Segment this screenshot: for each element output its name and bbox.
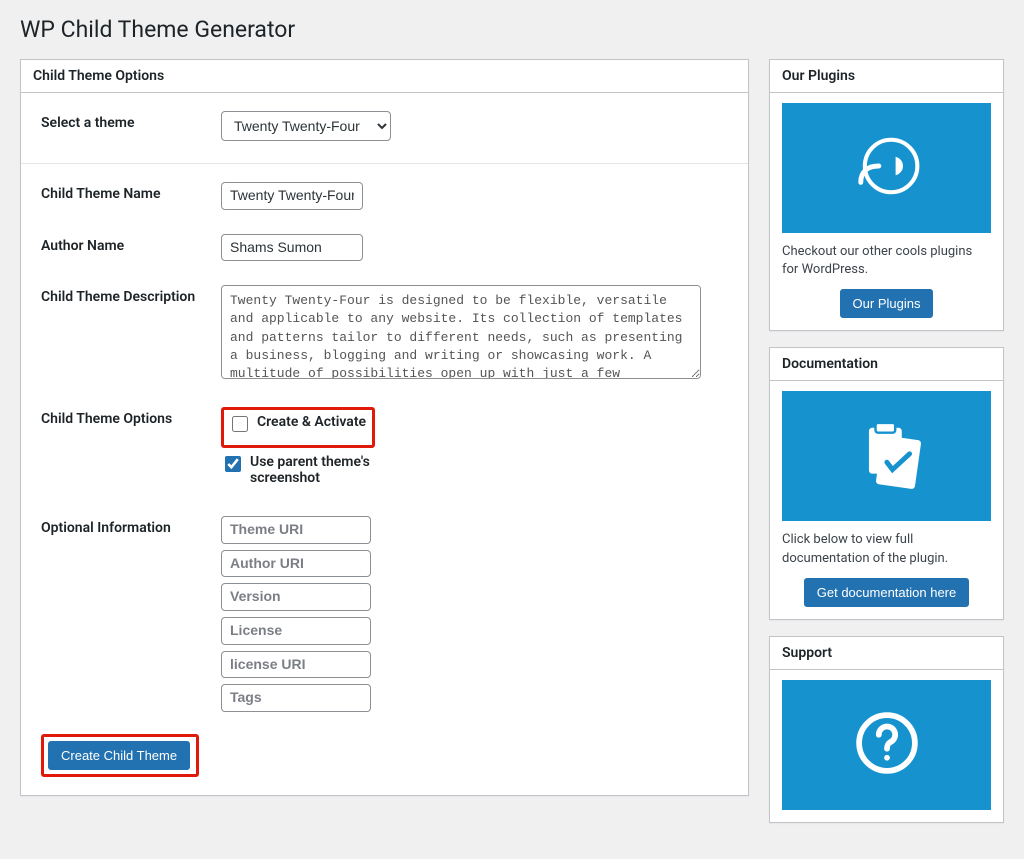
use-parent-screenshot-label[interactable]: Use parent theme's screenshot — [221, 454, 728, 486]
version-input[interactable] — [221, 583, 371, 611]
documentation-text: Click below to view full documentation o… — [782, 531, 991, 567]
main-column: Child Theme Options Select a theme Twent… — [20, 59, 749, 812]
main-box-header: Child Theme Options — [21, 60, 748, 93]
child-theme-name-input[interactable] — [221, 182, 363, 210]
tags-input[interactable] — [221, 684, 371, 712]
plugins-image — [782, 103, 991, 233]
main-box-heading: Child Theme Options — [33, 68, 736, 84]
form-table: Select a theme Twenty Twenty-Four Child … — [21, 93, 748, 724]
label-optional-info: Optional Information — [21, 498, 221, 724]
create-activate-checkbox[interactable] — [232, 416, 248, 432]
highlight-submit: Create Child Theme — [41, 734, 199, 777]
documentation-box: Documentation Click below — [769, 347, 1004, 619]
options-stack: Create & Activate Use parent theme's scr… — [221, 407, 728, 486]
child-theme-options-box: Child Theme Options Select a theme Twent… — [20, 59, 749, 796]
label-options: Child Theme Options — [21, 389, 221, 498]
our-plugins-header: Our Plugins — [770, 60, 1003, 93]
plug-icon — [846, 125, 928, 211]
plugins-text: Checkout our other cools plugins for Wor… — [782, 243, 991, 279]
our-plugins-button[interactable]: Our Plugins — [840, 289, 934, 318]
question-circle-icon — [846, 702, 928, 788]
label-child-theme-name: Child Theme Name — [21, 164, 221, 216]
label-description: Child Theme Description — [21, 267, 221, 389]
our-plugins-box: Our Plugins Checkout our other cools plu… — [769, 59, 1004, 331]
optional-stack — [221, 516, 728, 712]
documentation-header: Documentation — [770, 348, 1003, 381]
documentation-button[interactable]: Get documentation here — [804, 578, 969, 607]
create-child-theme-button[interactable]: Create Child Theme — [48, 741, 190, 770]
highlight-create-activate: Create & Activate — [221, 407, 375, 448]
use-parent-screenshot-checkbox[interactable] — [225, 456, 241, 472]
support-box: Support — [769, 636, 1004, 823]
license-input[interactable] — [221, 617, 371, 645]
layout: Child Theme Options Select a theme Twent… — [20, 59, 1004, 839]
clipboard-check-icon — [846, 413, 928, 499]
author-name-input[interactable] — [221, 234, 363, 262]
label-select-theme: Select a theme — [21, 93, 221, 164]
label-author-name: Author Name — [21, 216, 221, 268]
submit-row: Create Child Theme — [21, 724, 748, 795]
support-heading: Support — [782, 645, 991, 661]
description-textarea[interactable] — [221, 285, 701, 379]
documentation-heading: Documentation — [782, 356, 991, 372]
select-theme-dropdown[interactable]: Twenty Twenty-Four — [221, 111, 391, 141]
our-plugins-heading: Our Plugins — [782, 68, 991, 84]
support-image — [782, 680, 991, 810]
page-wrap: WP Child Theme Generator Child Theme Opt… — [0, 0, 1024, 859]
support-header: Support — [770, 637, 1003, 670]
page-title: WP Child Theme Generator — [20, 16, 1004, 43]
create-activate-label[interactable]: Create & Activate — [228, 414, 366, 435]
theme-uri-input[interactable] — [221, 516, 371, 544]
sidebar-column: Our Plugins Checkout our other cools plu… — [769, 59, 1004, 839]
documentation-image — [782, 391, 991, 521]
author-uri-input[interactable] — [221, 550, 371, 578]
license-uri-input[interactable] — [221, 651, 371, 679]
